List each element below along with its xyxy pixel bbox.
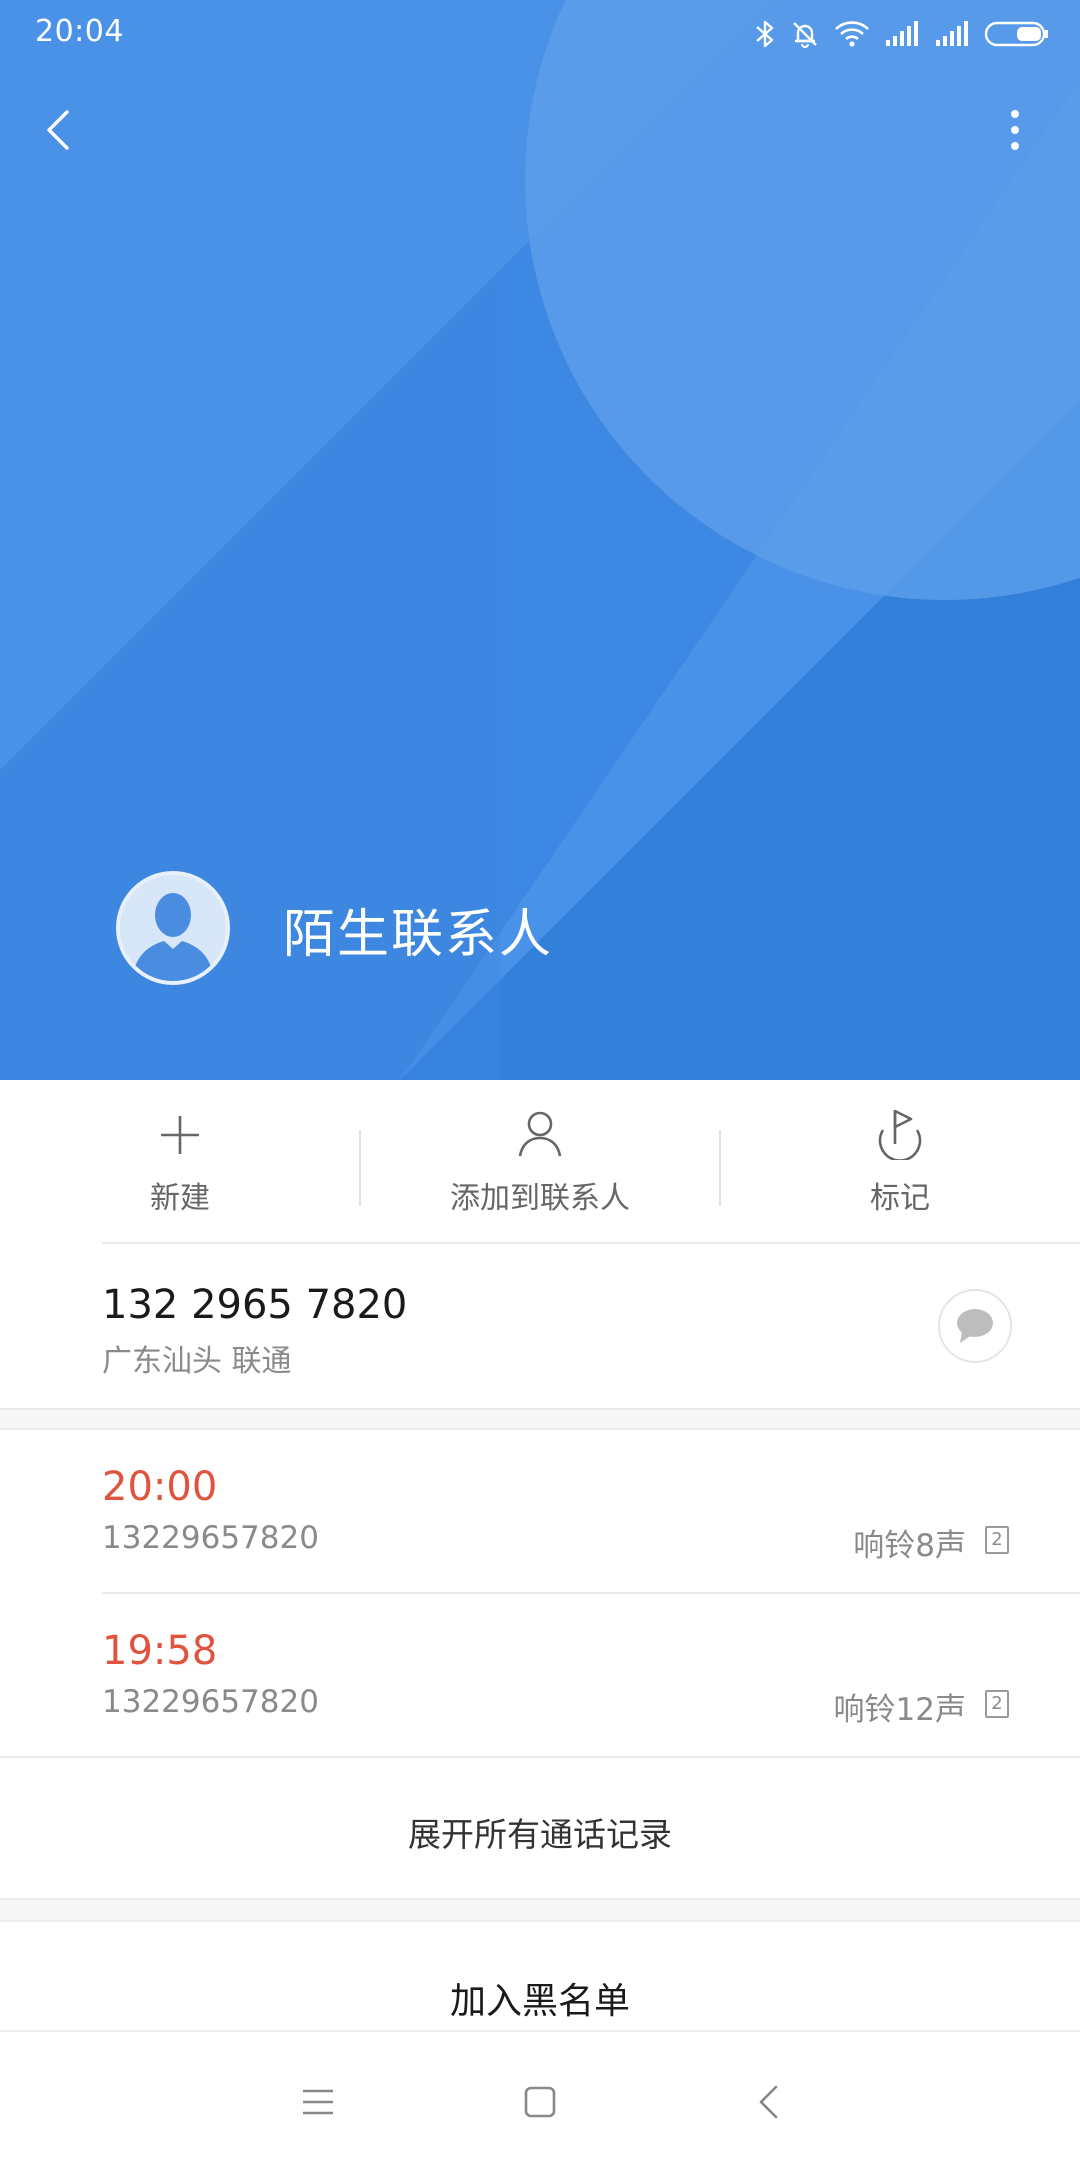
add-to-contacts-button[interactable]: 添加到联系人 bbox=[360, 1080, 720, 1242]
section-gap bbox=[0, 1408, 1080, 1430]
sim-badge: 2 bbox=[985, 1526, 1009, 1554]
expand-call-log-label: 展开所有通话记录 bbox=[408, 1815, 672, 1854]
call-time: 20:00 bbox=[102, 1464, 218, 1510]
phone-location: 广东汕头 联通 bbox=[102, 1344, 292, 1379]
add-to-blacklist-label: 加入黑名单 bbox=[449, 1981, 630, 2022]
new-contact-label: 新建 bbox=[150, 1181, 210, 1216]
new-contact-button[interactable]: 新建 bbox=[0, 1080, 360, 1242]
avatar bbox=[116, 871, 230, 985]
chevron-left-icon bbox=[47, 110, 69, 150]
add-to-contacts-label: 添加到联系人 bbox=[450, 1181, 630, 1216]
nav-back-button[interactable] bbox=[738, 2072, 798, 2132]
signal-icon bbox=[886, 21, 918, 46]
home-button[interactable] bbox=[510, 2072, 570, 2132]
back-button[interactable] bbox=[28, 100, 88, 160]
plus-icon bbox=[161, 1116, 199, 1154]
call-rings: 响铃8声 bbox=[853, 1528, 966, 1564]
phone-number-row[interactable]: 132 2965 7820 广东汕头 联通 bbox=[0, 1244, 1080, 1408]
call-log-item[interactable]: 19:58 13229657820 响铃12声 2 bbox=[0, 1594, 1080, 1756]
wifi-icon bbox=[835, 21, 869, 47]
contact-name: 陌生联系人 bbox=[283, 905, 554, 965]
call-time: 19:58 bbox=[102, 1628, 218, 1674]
flag-icon bbox=[878, 1109, 922, 1160]
person-silhouette-icon bbox=[120, 875, 226, 981]
battery-icon bbox=[984, 21, 1048, 47]
signal-icon bbox=[936, 21, 968, 46]
call-number: 13229657820 bbox=[102, 1520, 319, 1556]
page: 20:04 陌生联系人 新建 添加到联系人 标记 132 2965 7820 广… bbox=[0, 0, 1080, 2160]
action-bar: 新建 添加到联系人 标记 bbox=[0, 1080, 1080, 1242]
contact-header: 20:04 陌生联系人 bbox=[0, 0, 1080, 1080]
call-number: 13229657820 bbox=[102, 1684, 319, 1720]
sim-badge: 2 bbox=[985, 1690, 1009, 1718]
call-rings: 响铃12声 bbox=[833, 1692, 966, 1728]
bluetooth-icon bbox=[756, 20, 774, 48]
navigation-bar bbox=[0, 2030, 1080, 2160]
status-icons bbox=[754, 16, 1050, 52]
status-time: 20:04 bbox=[35, 14, 124, 49]
mark-button[interactable]: 标记 bbox=[720, 1080, 1080, 1242]
add-to-blacklist-button[interactable]: 加入黑名单 bbox=[0, 1922, 1080, 2030]
expand-call-log-button[interactable]: 展开所有通话记录 bbox=[0, 1758, 1080, 1898]
section-gap bbox=[0, 1898, 1080, 1922]
menu-icon bbox=[303, 2089, 333, 2115]
home-square-icon bbox=[524, 2086, 556, 2118]
recent-apps-button[interactable] bbox=[288, 2072, 348, 2132]
bell-muted-icon bbox=[793, 22, 817, 49]
more-vertical-icon bbox=[1011, 110, 1019, 150]
status-bar: 20:04 bbox=[0, 0, 1080, 68]
send-message-button[interactable] bbox=[938, 1289, 1012, 1363]
mark-label: 标记 bbox=[870, 1181, 930, 1216]
more-options-button[interactable] bbox=[990, 100, 1040, 160]
person-outline-icon bbox=[518, 1111, 562, 1157]
message-bubble-icon bbox=[957, 1309, 993, 1343]
phone-number: 132 2965 7820 bbox=[102, 1282, 408, 1328]
call-log-item[interactable]: 20:00 13229657820 响铃8声 2 bbox=[0, 1430, 1080, 1592]
back-chevron-icon bbox=[759, 2085, 778, 2119]
